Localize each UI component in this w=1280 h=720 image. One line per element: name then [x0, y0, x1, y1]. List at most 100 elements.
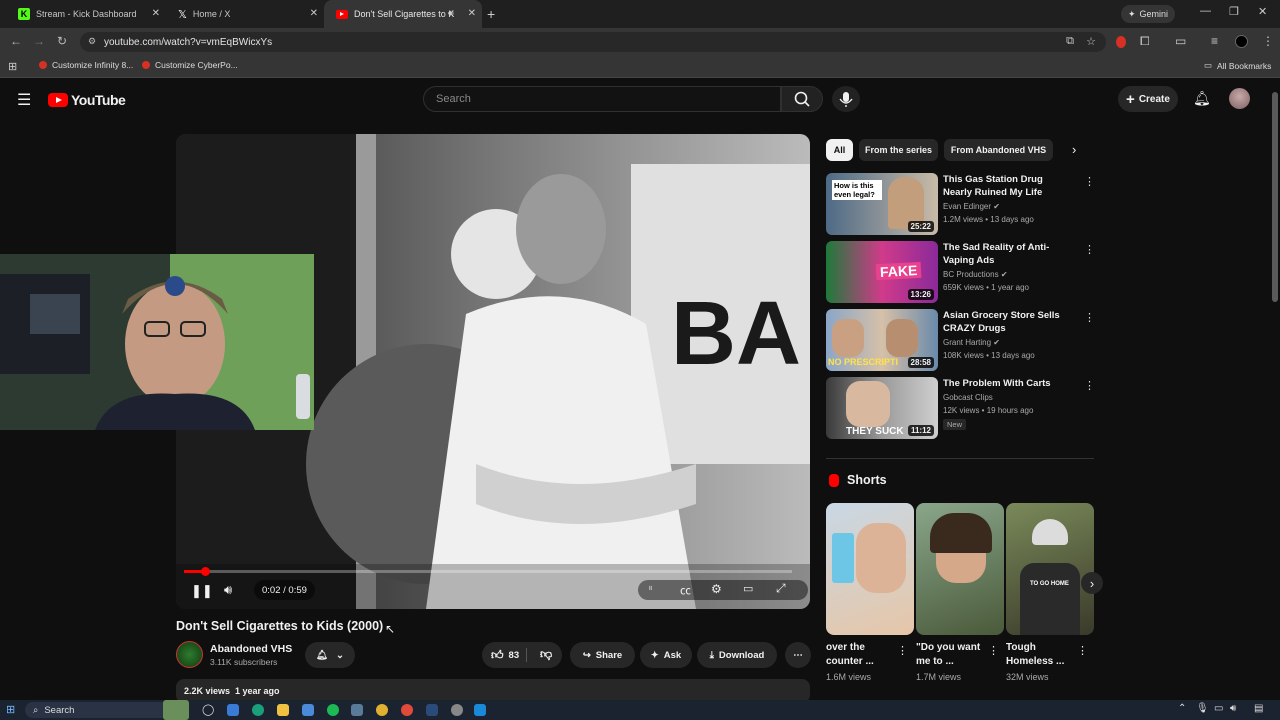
chip-all[interactable]: All	[826, 139, 853, 161]
more-vertical-icon[interactable]: ⋮	[1084, 379, 1095, 392]
share-button[interactable]: ↪ Share	[570, 642, 635, 668]
channel-avatar[interactable]	[176, 641, 203, 668]
reload-icon[interactable]: ↻	[57, 34, 67, 48]
app-icon[interactable]	[451, 704, 463, 716]
hamburger-menu-icon[interactable]: ☰	[17, 90, 31, 110]
media-controls-icon[interactable]: ≡	[1211, 34, 1218, 48]
notification-center-icon[interactable]: ▤	[1254, 703, 1263, 714]
task-view-icon[interactable]: ◯	[202, 703, 214, 716]
short-thumbnail[interactable]	[916, 503, 1004, 635]
video-thumbnail[interactable]: THEY SUCK 11:12	[826, 377, 938, 439]
progress-scrubber[interactable]	[200, 567, 210, 576]
minimize-button[interactable]: —	[1200, 5, 1211, 17]
short-title[interactable]: "Do you want me to ...	[916, 641, 988, 669]
fullscreen-icon[interactable]: ⤢	[776, 581, 786, 596]
network-icon[interactable]: ▭	[1214, 703, 1223, 714]
profile-avatar[interactable]	[1235, 35, 1248, 48]
site-info-icon[interactable]: ⚙	[88, 36, 96, 47]
video-title[interactable]: The Problem With Carts	[943, 377, 1073, 390]
voice-search-button[interactable]	[832, 86, 860, 112]
tab-youtube[interactable]: Don't Sell Cigarettes to Kids 🔊︎ ✕	[324, 0, 482, 28]
more-vertical-icon[interactable]: ⋮	[1084, 243, 1095, 256]
like-button[interactable]: 👍︎ 83	[491, 648, 519, 663]
channel-name[interactable]: Abandoned VHS	[210, 643, 292, 655]
sidepanel-icon[interactable]: ▭	[1175, 34, 1186, 48]
apps-grid-icon[interactable]: ⊞	[8, 60, 17, 73]
windows-start-icon[interactable]: ⊞	[6, 703, 15, 716]
settings-gear-icon[interactable]: ⚙	[711, 582, 722, 596]
microphone-tray-icon[interactable]: 🎙︎	[1196, 703, 1209, 714]
all-bookmarks[interactable]: ▭ All Bookmarks	[1204, 60, 1271, 71]
extensions-puzzle-icon[interactable]: ⧠	[1140, 34, 1150, 49]
steam-icon[interactable]	[426, 704, 438, 716]
back-icon[interactable]: ←	[10, 34, 22, 48]
gemini-button[interactable]: ✦ Gemini	[1121, 5, 1175, 23]
recommendation-item[interactable]: THEY SUCK 11:12 The Problem With Carts G…	[826, 377, 1095, 441]
edge-icon[interactable]	[252, 704, 264, 716]
thumbs-down-icon[interactable]: 👎︎	[540, 647, 552, 662]
bookmark-item[interactable]: Customize CyberPo...	[142, 60, 238, 70]
search-input[interactable]: Search	[423, 86, 781, 112]
cast-icon[interactable]: ⧉	[1066, 35, 1074, 48]
app-icon[interactable]	[376, 704, 388, 716]
channel-name[interactable]: Grant Harting ✔	[943, 338, 1000, 347]
bookmark-star-icon[interactable]: ☆	[1086, 35, 1096, 48]
close-window-button[interactable]: ✕	[1258, 5, 1267, 18]
speaker-icon[interactable]: 🔊︎	[448, 8, 454, 19]
notifications-bell-icon[interactable]: 🔔︎	[1193, 90, 1211, 107]
ask-button[interactable]: ✦ Ask	[640, 642, 692, 668]
video-thumbnail[interactable]: FAKE 13:26	[826, 241, 938, 303]
miniplayer-icon[interactable]: ▭	[743, 582, 753, 595]
tray-chevron-up-icon[interactable]: ⌃	[1178, 703, 1186, 714]
file-explorer-icon[interactable]	[277, 704, 289, 716]
close-icon[interactable]: ✕	[468, 8, 476, 19]
tab-x[interactable]: 𝕏 Home / X ✕	[166, 0, 324, 28]
recommendation-item[interactable]: FAKE 13:26 The Sad Reality of Anti-Vapin…	[826, 241, 1095, 305]
store-icon[interactable]	[302, 704, 314, 716]
chip-from-channel[interactable]: From Abandoned VHS	[944, 139, 1053, 161]
more-vertical-icon[interactable]: ⋮	[897, 644, 908, 657]
video-thumbnail[interactable]: How is this even legal? 25:22	[826, 173, 938, 235]
more-actions-button[interactable]: ⋯	[785, 642, 811, 668]
captions-icon[interactable]: ㏄	[680, 582, 691, 598]
channel-name[interactable]: Gobcast Clips	[943, 393, 993, 402]
more-vertical-icon[interactable]: ⋮	[1084, 311, 1095, 324]
short-thumbnail[interactable]: TO GO HOME	[1006, 503, 1094, 635]
channel-name[interactable]: BC Productions ✔	[943, 270, 1008, 279]
chevron-right-icon[interactable]: ›	[1072, 142, 1076, 157]
more-vertical-icon[interactable]: ⋮	[988, 644, 999, 657]
volume-tray-icon[interactable]: 🔊︎	[1230, 703, 1236, 714]
chip-from-series[interactable]: From the series	[859, 139, 938, 161]
spotify-icon[interactable]	[327, 704, 339, 716]
extension-icon[interactable]	[1116, 36, 1126, 48]
tab-kick[interactable]: K Stream - Kick Dashboard ✕	[6, 0, 166, 28]
video-thumbnail[interactable]: NO PRESCRIPTI 28:58	[826, 309, 938, 371]
restore-button[interactable]: ❐	[1229, 5, 1239, 18]
autoplay-toggle-icon[interactable]: ⏸	[648, 583, 653, 594]
shorts-next-button[interactable]: ›	[1081, 572, 1103, 594]
short-title[interactable]: Tough Homeless ...	[1006, 641, 1078, 669]
menu-kebab-icon[interactable]: ⋮	[1262, 34, 1274, 48]
account-avatar[interactable]	[1229, 88, 1250, 109]
chrome-icon[interactable]	[401, 704, 413, 716]
channel-name[interactable]: Evan Edinger ✔	[943, 202, 1000, 211]
close-icon[interactable]: ✕	[152, 8, 160, 19]
app-icon[interactable]	[227, 704, 239, 716]
app-icon[interactable]	[474, 704, 486, 716]
youtube-logo[interactable]: YouTube	[48, 92, 126, 108]
pause-icon[interactable]: ❚❚	[191, 583, 213, 599]
short-title[interactable]: over the counter ...	[826, 641, 898, 669]
more-vertical-icon[interactable]: ⋮	[1077, 644, 1088, 657]
volume-icon[interactable]: 🔊︎	[224, 582, 232, 598]
scrollbar-track[interactable]	[1270, 80, 1280, 700]
new-tab-button[interactable]: +	[487, 6, 495, 22]
search-button[interactable]	[781, 86, 823, 112]
download-button[interactable]: ⤓ Download	[697, 642, 777, 668]
video-title[interactable]: The Sad Reality of Anti-Vaping Ads	[943, 241, 1073, 267]
video-title[interactable]: Asian Grocery Store Sells CRAZY Drugs	[943, 309, 1073, 335]
video-title[interactable]: This Gas Station Drug Nearly Ruined My L…	[943, 173, 1073, 199]
more-vertical-icon[interactable]: ⋮	[1084, 175, 1095, 188]
forward-icon[interactable]: →	[33, 34, 45, 48]
scrollbar-thumb[interactable]	[1272, 92, 1278, 302]
taskbar-search[interactable]: ⌕ Search	[25, 702, 185, 718]
